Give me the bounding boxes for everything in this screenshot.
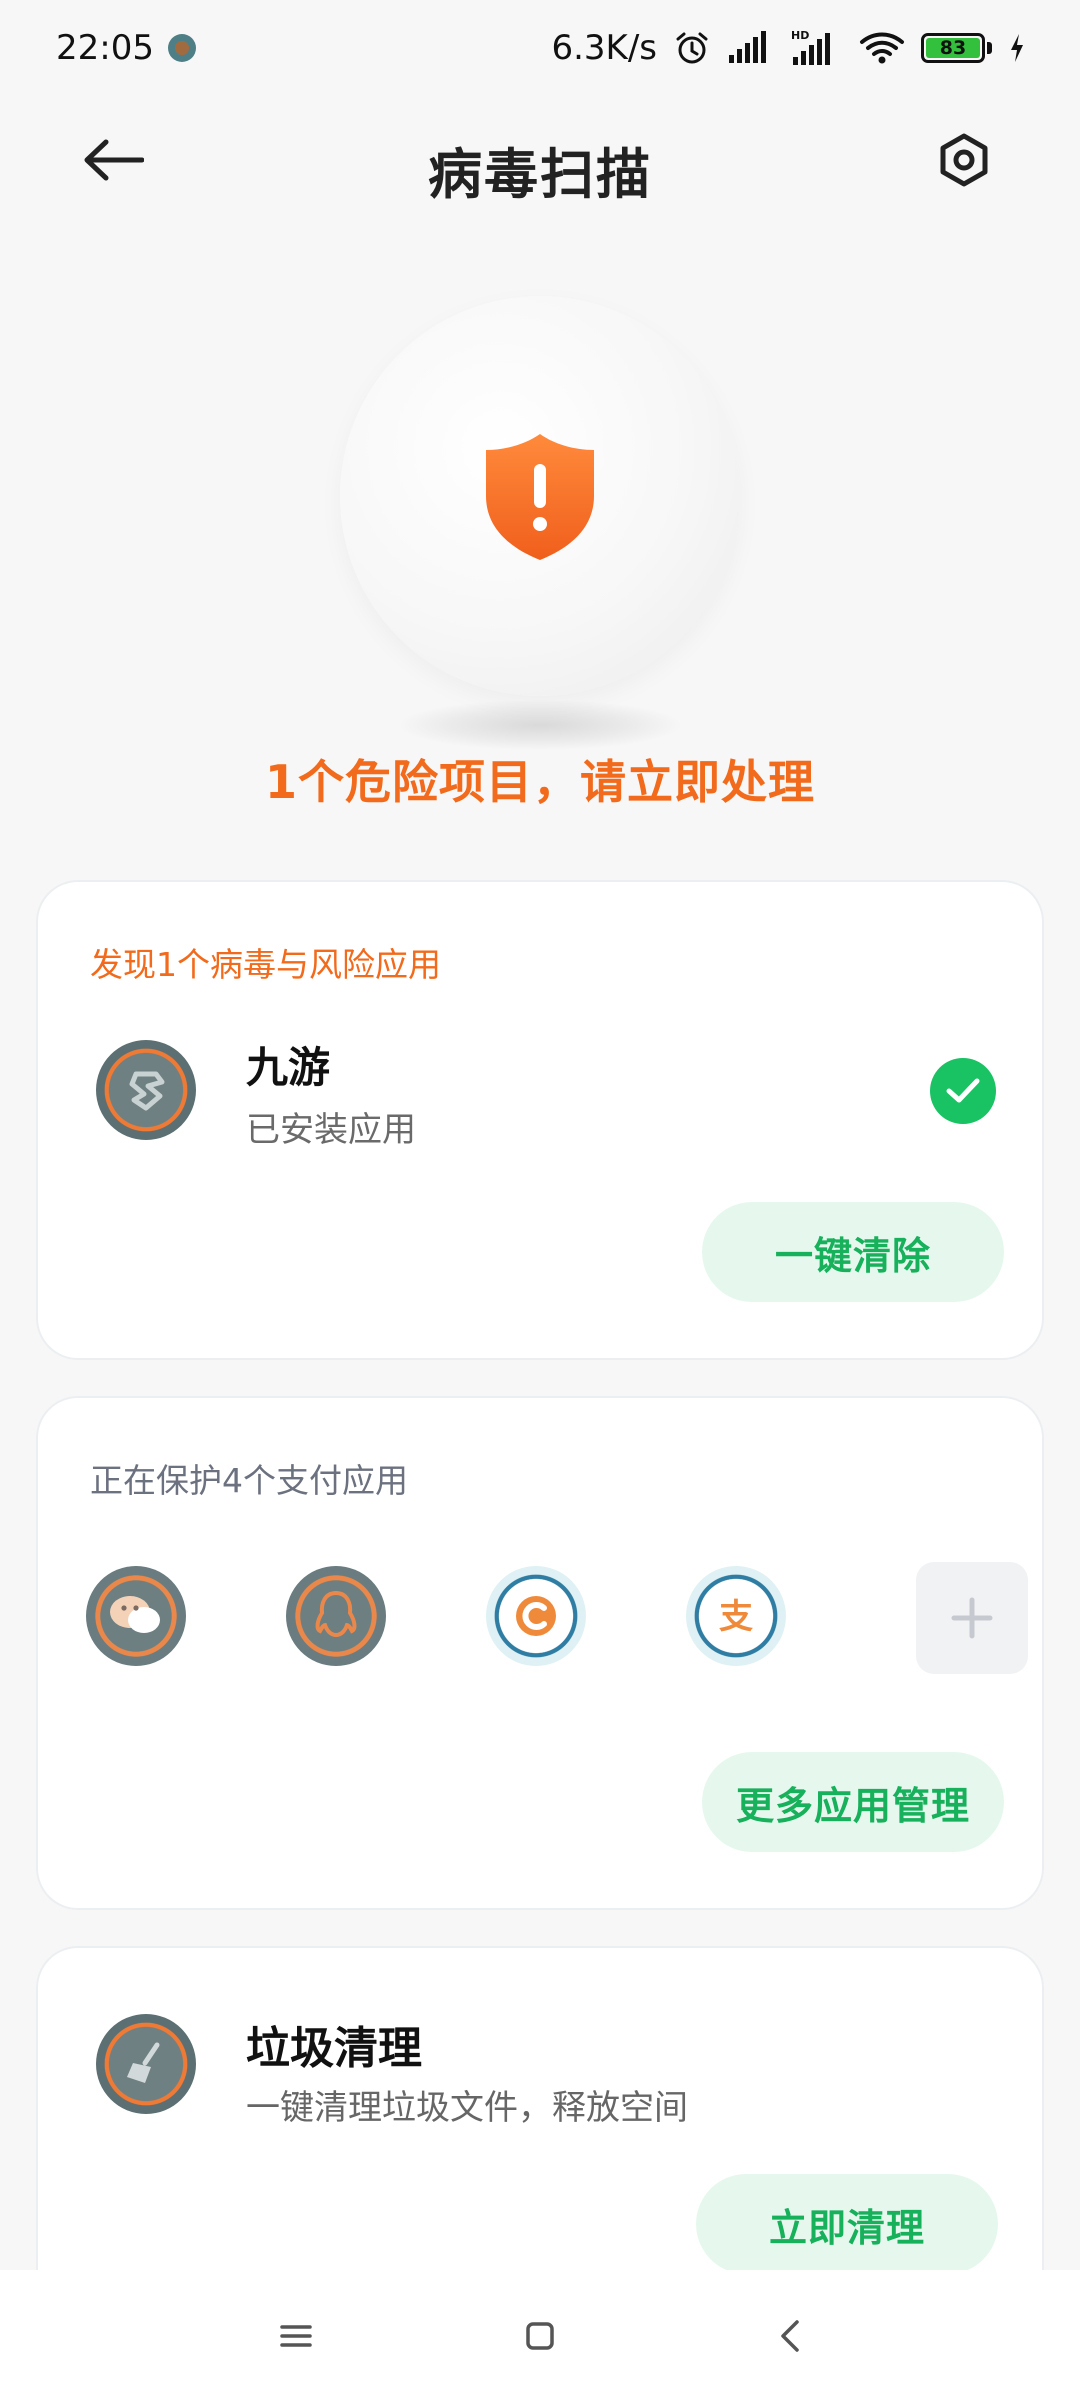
- alarm-icon: [673, 29, 711, 67]
- clear-threat-button[interactable]: 一键清除: [702, 1202, 1004, 1302]
- cleanup-subtitle: 一键清理垃圾文件，释放空间: [246, 2088, 688, 2128]
- app-notification-icon: [167, 34, 196, 62]
- broom-icon: [96, 2014, 196, 2114]
- signal-hd-icon: HD: [791, 29, 843, 67]
- circle-shadow: [400, 700, 680, 750]
- plus-icon: [951, 1597, 993, 1639]
- wifi-icon: [859, 30, 905, 66]
- menu-icon: [280, 2325, 312, 2347]
- payment-card-title: 正在保护4个支付应用: [90, 1461, 408, 1500]
- jiuyou-logo-icon: [96, 1040, 196, 1140]
- wechat-chat-icon: [86, 1566, 186, 1666]
- status-right: 6.3K/s HD 83: [551, 28, 1026, 68]
- alipay-logo-icon: 支: [686, 1566, 786, 1666]
- settings-button[interactable]: [934, 130, 994, 190]
- hexagon-settings-icon: [940, 133, 988, 187]
- battery-icon: 83: [921, 33, 992, 63]
- top-app-bar: 病毒扫描: [0, 110, 1080, 210]
- bank-logo-icon: [486, 1566, 586, 1666]
- danger-status-text: 1个危险项目，请立即处理: [264, 755, 815, 809]
- checkmark-icon[interactable]: [930, 1058, 996, 1124]
- threat-card: 发现1个病毒与风险应用 九游 已安装应用 一键清除: [36, 880, 1044, 1360]
- status-left: 22:05: [56, 28, 196, 68]
- bank-app-icon[interactable]: [486, 1566, 586, 1666]
- charging-icon: [1008, 32, 1026, 64]
- back-icon: [781, 2320, 799, 2352]
- page-title: 病毒扫描: [428, 143, 652, 206]
- network-speed: 6.3K/s: [551, 28, 657, 68]
- battery-level: 83: [926, 37, 980, 59]
- alipay-app-icon[interactable]: 支: [686, 1566, 786, 1666]
- threat-card-title: 发现1个病毒与风险应用: [90, 945, 441, 984]
- payment-app-row: 支: [86, 1562, 1028, 1674]
- broom-glyph-icon: [96, 2014, 196, 2114]
- system-nav-bar: [0, 2270, 1080, 2400]
- qq-app-icon[interactable]: [286, 1566, 386, 1666]
- svg-text:HD: HD: [791, 29, 809, 42]
- virus-scan-screen: 22:05 6.3K/s HD 83 病毒扫描 1个危险项目，请立即处理 发现1…: [0, 0, 1080, 2400]
- home-icon: [526, 2322, 554, 2350]
- payment-protection-card: 正在保护4个支付应用 支 更多应用管理: [36, 1396, 1044, 1910]
- wechat-app-icon[interactable]: [86, 1566, 186, 1666]
- battery-cap: [987, 42, 992, 54]
- cleanup-title: 垃圾清理: [246, 2023, 422, 2074]
- clean-now-button[interactable]: 立即清理: [696, 2174, 998, 2274]
- menu-button[interactable]: [266, 2308, 326, 2364]
- svg-text:支: 支: [719, 1597, 753, 1637]
- status-time: 22:05: [56, 28, 154, 68]
- shield-warning-icon: [486, 434, 594, 560]
- signal-icon: [727, 31, 775, 65]
- jiuyou-app-icon: [96, 1040, 196, 1140]
- nav-back-button[interactable]: [760, 2308, 820, 2364]
- home-button[interactable]: [510, 2308, 570, 2364]
- battery-body: 83: [921, 33, 985, 63]
- add-payment-app-button[interactable]: [916, 1562, 1028, 1674]
- more-app-management-button[interactable]: 更多应用管理: [702, 1752, 1004, 1852]
- app-name: 九游: [246, 1043, 331, 1092]
- status-bar: 22:05 6.3K/s HD 83: [0, 0, 1080, 96]
- app-install-status: 已安装应用: [246, 1110, 416, 1150]
- qq-penguin-icon: [286, 1566, 386, 1666]
